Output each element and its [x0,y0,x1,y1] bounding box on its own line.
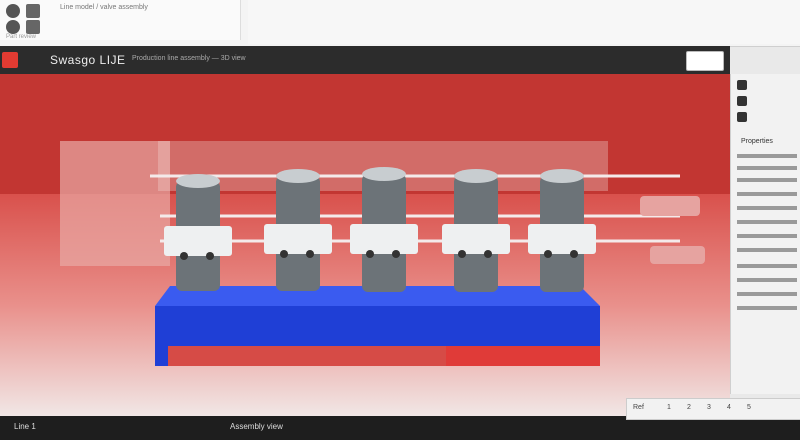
panel-heading: Properties [741,138,773,145]
side-fitting-top [640,196,700,216]
status-ref: Ref [633,404,644,411]
panel-line [737,154,797,158]
panel-line [737,292,797,296]
panel-icon-2[interactable] [737,96,747,106]
side-fitting-low [650,246,705,264]
panel-line [737,220,797,224]
status-1[interactable]: 1 [667,404,671,411]
file-icon[interactable] [6,4,20,18]
left-block [60,141,170,266]
panel-line [737,234,797,238]
toolbar-right [248,0,800,44]
status-2[interactable]: 2 [687,404,691,411]
panel-line [737,278,797,282]
toolbar-label: Line model / valve assembly [60,4,148,11]
panel-line [737,166,797,170]
status-left: Line 1 [14,422,36,431]
panel-line [737,178,797,182]
status-5[interactable]: 5 [747,404,751,411]
top-toolbar: Line model / valve assembly Part review [0,0,800,47]
status-4[interactable]: 4 [727,404,731,411]
panel-icon-1[interactable] [737,80,747,90]
panel-line [737,306,797,310]
open-icon[interactable] [6,20,20,34]
panel-line [737,248,797,252]
viewport-3d[interactable]: Swasgo LIJE Production line assembly — 3… [0,46,730,416]
properties-panel: Properties [730,74,800,394]
plate-base-right [446,346,600,366]
toolbar-meta: Part review [6,34,37,40]
settings-icon[interactable] [26,4,40,18]
save-icon[interactable] [26,20,40,34]
status-3[interactable]: 3 [707,404,711,411]
panel-line [737,206,797,210]
panel-line [737,264,797,268]
status-right: Ref 1 2 3 4 5 [626,398,800,420]
scene-svg [0,74,730,366]
panel-line [737,192,797,196]
panel-icon-3[interactable] [737,112,747,122]
tool-panel: Line model / valve assembly Part review [0,0,241,40]
status-middle: Assembly view [230,422,283,431]
